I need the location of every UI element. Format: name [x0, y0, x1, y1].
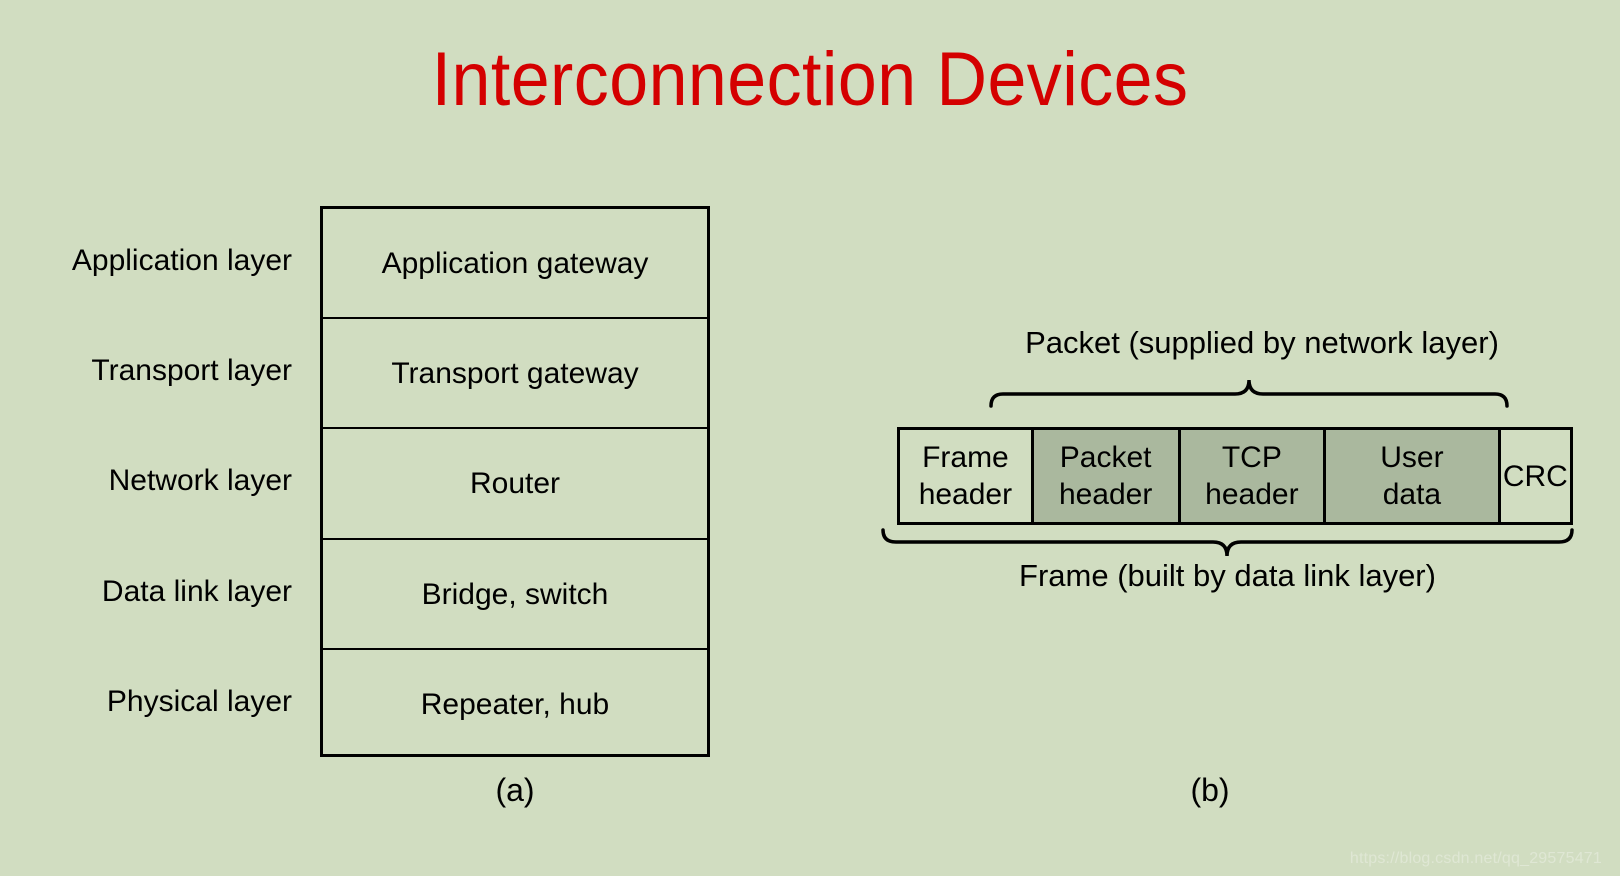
frame-field-line2: header — [1205, 478, 1299, 511]
layer-label: Data link layer — [101, 574, 292, 608]
frame-field-line1: Packet — [1059, 441, 1152, 474]
figure-caption-a: (a) — [495, 772, 535, 808]
frame-field-line1: CRC — [1502, 459, 1568, 493]
interconnection-device-table: Application gateway Transport gateway Ro… — [320, 206, 710, 757]
frame-field-line1: TCP — [1221, 441, 1282, 474]
table-row: Router — [323, 429, 707, 540]
table-row: Repeater, hub — [420, 687, 610, 721]
layer-label: Application layer — [71, 244, 292, 277]
frame-field-line2: data — [1382, 478, 1442, 511]
frame-field-line1: User — [1380, 441, 1444, 474]
frame-field-line2: header — [1058, 478, 1153, 511]
page-title: Interconnection Devices — [431, 37, 1189, 122]
table-row: Transport gateway — [323, 319, 707, 430]
frame-field-cell: TCP header — [1180, 430, 1327, 522]
table-row: Bridge, switch — [323, 540, 707, 650]
frame-brace-label: Frame (built by data link layer) — [1019, 558, 1436, 593]
frame-field-table: Frame header Packet header TCP header Us… — [897, 427, 1573, 525]
packet-brace-icon — [988, 372, 1510, 408]
packet-brace-label: Packet (supplied by network layer) — [1025, 325, 1499, 360]
figure-caption-b: (b) — [1190, 772, 1230, 808]
slide-canvas: Interconnection Devices Application laye… — [0, 0, 1620, 876]
frame-field-cell: CRC — [1501, 430, 1570, 522]
frame-field-line1: Frame — [922, 441, 1009, 474]
frame-field-cell: Frame header — [900, 430, 1034, 522]
layer-label: Physical layer — [106, 684, 292, 718]
osi-layer-label-column: Application layer Transport layer Networ… — [20, 206, 292, 757]
table-row: Application gateway — [323, 209, 707, 320]
layer-label: Network layer — [108, 464, 292, 498]
frame-field-line2: header — [918, 478, 1013, 511]
frame-field-cell: User data — [1326, 430, 1501, 522]
frame-field-cell: Packet header — [1033, 430, 1181, 522]
watermark-text: https://blog.csdn.net/qq_29575471 — [1349, 850, 1602, 867]
layer-label: Transport layer — [91, 354, 292, 388]
